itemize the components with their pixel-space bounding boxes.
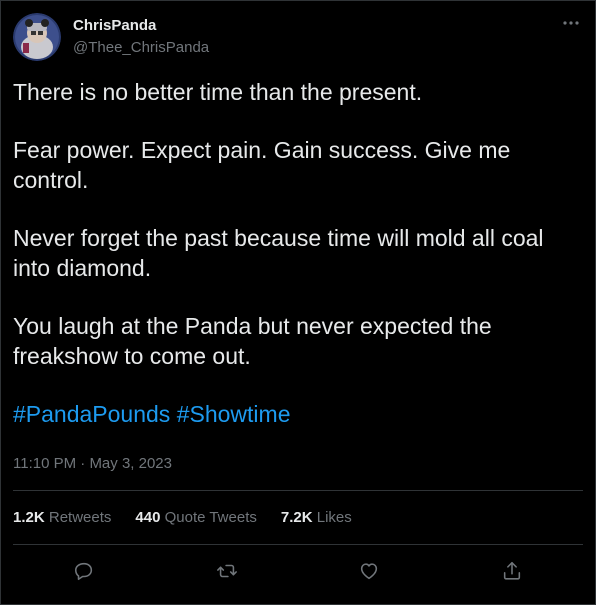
hashtag-showtime[interactable]: #Showtime (177, 401, 291, 427)
timestamp-separator: · (76, 455, 90, 472)
tweet-text: There is no better time than the present… (13, 77, 573, 429)
likes-label: Likes (316, 509, 352, 526)
tweet-date[interactable]: May 3, 2023 (89, 455, 172, 472)
tweet-header: ChrisPanda @Thee_ChrisPanda (13, 13, 209, 61)
avatar[interactable] (13, 13, 61, 61)
quotes-stat[interactable]: 440 Quote Tweets (135, 508, 256, 528)
tweet-paragraph: Fear power. Expect pain. Gain success. G… (13, 137, 511, 193)
tweet-card: ChrisPanda @Thee_ChrisPanda There is no … (0, 0, 596, 605)
like-button[interactable] (354, 556, 384, 586)
avatar-image (13, 13, 61, 61)
likes-stat[interactable]: 7.2K Likes (281, 508, 352, 528)
share-icon (503, 561, 520, 580)
tweet-paragraph: You laugh at the Panda but never expecte… (13, 313, 492, 369)
retweets-label: Retweets (48, 509, 112, 526)
quotes-count: 440 (135, 509, 161, 526)
tweet-actions (13, 556, 583, 586)
tweet-timestamp: 11:10 PM · May 3, 2023 (13, 454, 172, 474)
tweet-stats: 1.2K Retweets 440 Quote Tweets 7.2K Like… (13, 508, 376, 528)
retweets-stat[interactable]: 1.2K Retweets (13, 508, 111, 528)
like-icon (361, 563, 378, 580)
hashtag-line: #PandaPounds #Showtime (13, 399, 573, 429)
more-icon (563, 21, 579, 25)
hashtag-pandapounds[interactable]: #PandaPounds (13, 401, 170, 427)
more-options-button[interactable] (561, 13, 581, 33)
tweet-paragraph: Never forget the past because time will … (13, 225, 544, 281)
retweets-count: 1.2K (13, 509, 45, 526)
divider (13, 544, 583, 545)
reply-icon (75, 562, 93, 581)
retweet-button[interactable] (212, 556, 242, 586)
author-names: ChrisPanda @Thee_ChrisPanda (73, 16, 209, 58)
divider (13, 490, 583, 491)
quotes-label: Quote Tweets (164, 509, 257, 526)
display-name[interactable]: ChrisPanda (73, 16, 209, 36)
tweet-paragraph: There is no better time than the present… (13, 79, 423, 105)
user-handle[interactable]: @Thee_ChrisPanda (73, 38, 209, 58)
tweet-time[interactable]: 11:10 PM (13, 455, 76, 472)
reply-button[interactable] (69, 556, 99, 586)
retweet-icon (216, 564, 237, 578)
likes-count: 7.2K (280, 509, 313, 526)
share-button[interactable] (497, 556, 527, 586)
